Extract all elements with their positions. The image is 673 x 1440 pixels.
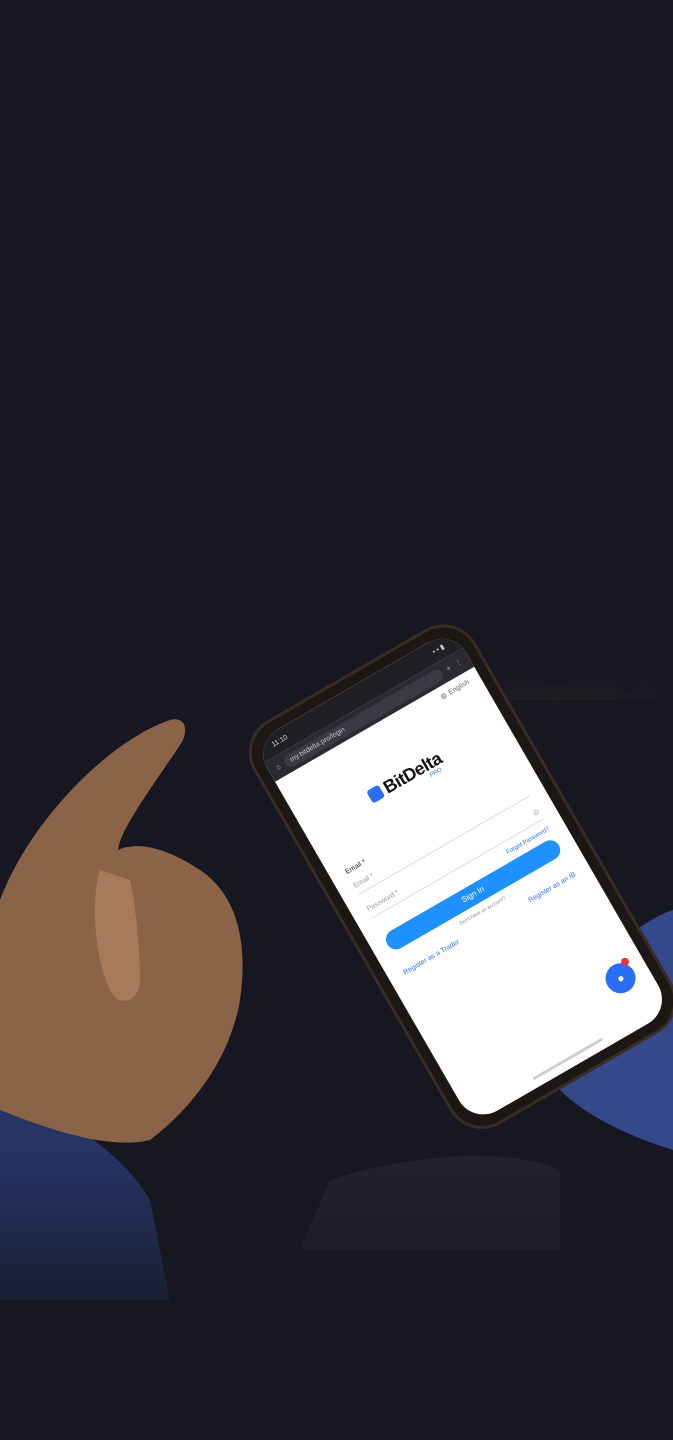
home-icon[interactable]: ⌂	[275, 763, 282, 771]
globe-icon: ◍	[439, 691, 449, 701]
language-label: English	[447, 678, 471, 696]
chat-bubble-icon: ●	[613, 970, 628, 987]
new-tab-icon[interactable]: +	[445, 665, 452, 673]
bottom-fade	[0, 1150, 673, 1440]
status-time: 11:10	[270, 733, 289, 749]
eye-icon[interactable]: ◎	[532, 807, 541, 817]
menu-icon[interactable]: ⋮	[454, 658, 464, 669]
password-placeholder: Password *	[365, 888, 400, 913]
register-trader-link[interactable]: Register as a Trader	[402, 939, 460, 977]
chat-button[interactable]: ●	[600, 956, 642, 999]
chat-notification-badge	[619, 956, 631, 968]
photo-scene: 11:10 ▪ ▪ ▮ ⌂ my.bitdelta.pro/login + ⋮ …	[0, 0, 673, 1440]
status-icons: ▪ ▪ ▮	[431, 643, 446, 656]
email-placeholder: Email *	[352, 872, 375, 890]
